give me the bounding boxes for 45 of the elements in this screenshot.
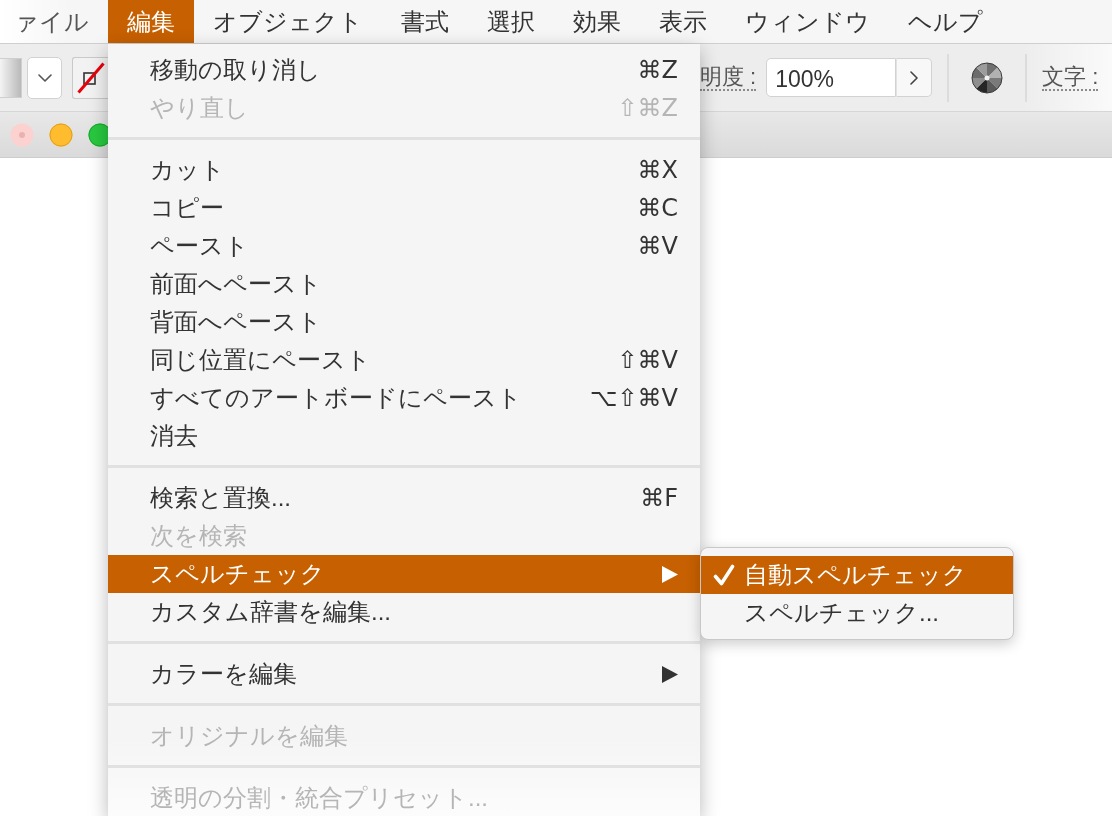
menu-item-label: スペルチェック... xyxy=(744,598,939,628)
menu-item[interactable]: 消去 xyxy=(108,417,700,455)
menu-bar-item[interactable]: 選択 xyxy=(468,0,554,43)
menu-item[interactable]: 背面へペースト xyxy=(108,303,700,341)
menu-item[interactable]: 前面へペースト xyxy=(108,265,700,303)
menu-bar-item[interactable]: ァイル xyxy=(0,0,108,43)
menu-item[interactable]: ペースト ⌘V xyxy=(108,227,700,265)
menu-item[interactable]: 同じ位置にペースト ⇧⌘V xyxy=(108,341,700,379)
menu-bar-item[interactable]: ヘルプ xyxy=(889,0,1002,43)
menu-item[interactable]: スペルチェック... xyxy=(701,594,1013,632)
shortcut-label: ⌘C xyxy=(637,194,678,222)
dropdown-button[interactable] xyxy=(27,56,62,99)
shortcut-label: ⇧⌘Z xyxy=(617,94,678,122)
menu-item[interactable]: 検索と置換... ⌘F xyxy=(108,479,700,517)
stroke-swatch-button[interactable] xyxy=(72,56,108,99)
menu-item[interactable]: カラーを編集 xyxy=(108,655,700,693)
shortcut-label: ⌘V xyxy=(637,232,678,260)
chevron-right-icon xyxy=(910,70,919,85)
menu-bar-item[interactable]: 表示 xyxy=(640,0,726,43)
shortcut-label: ⌘X xyxy=(637,156,678,184)
menu-item[interactable]: カット ⌘X xyxy=(108,151,700,189)
menu-bar-item[interactable]: 書式 xyxy=(382,0,468,43)
menu-item[interactable]: スペルチェック xyxy=(108,555,700,593)
shortcut-label: ⌘Z xyxy=(637,56,678,84)
menu-item[interactable]: 自動スペルチェック xyxy=(701,556,1013,594)
percent-field[interactable]: 100% xyxy=(766,58,897,97)
window-minimize-icon[interactable] xyxy=(49,122,73,147)
menu-bar-item[interactable]: ウィンドウ xyxy=(726,0,889,43)
shortcut-label: ⇧⌘V xyxy=(617,346,678,374)
menu-bar-item[interactable]: 効果 xyxy=(554,0,640,43)
menu-item[interactable]: カスタム辞書を編集... xyxy=(108,593,700,631)
fill-swatch[interactable] xyxy=(0,57,22,98)
menu-item[interactable]: すべてのアートボードにペースト ⌥⇧⌘V xyxy=(108,379,700,417)
menu-item[interactable]: コピー ⌘C xyxy=(108,189,700,227)
menu-bar-item[interactable]: 編集 xyxy=(108,0,194,43)
chevron-down-icon xyxy=(37,73,52,82)
shortcut-label: ⌘F xyxy=(640,484,678,512)
slashed-square-icon xyxy=(76,61,105,94)
color-wheel-icon[interactable] xyxy=(971,61,1004,94)
menu-item-label: 自動スペルチェック xyxy=(744,560,967,590)
menu-bar-item[interactable]: オブジェクト xyxy=(194,0,382,43)
toolbar-label: 文字 : xyxy=(1042,63,1099,92)
menu-item[interactable]: 移動の取り消し ⌘Z xyxy=(108,51,700,89)
stepper-button[interactable] xyxy=(896,58,933,97)
shortcut-label: ⌥⇧⌘V xyxy=(589,384,678,412)
